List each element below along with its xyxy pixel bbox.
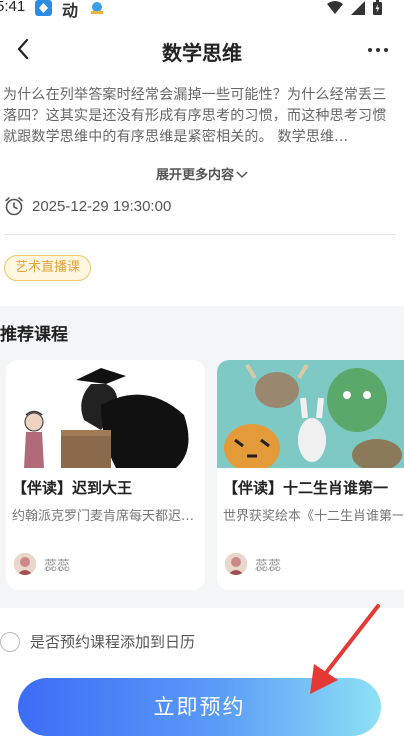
chevron-down-icon	[236, 168, 248, 183]
course-card[interactable]: 【伴读】十二生肖谁第一 世界获奖绘本《十二生肖谁第一》 蕊蕊	[217, 360, 404, 590]
status-time: 5:41	[0, 0, 26, 15]
expand-more-label: 展开更多内容	[155, 168, 234, 183]
avatar	[225, 553, 247, 575]
course-type-tag: 艺术直播课	[4, 255, 92, 281]
battery-icon	[373, 0, 382, 15]
recommended-title: 推荐课程	[0, 325, 68, 345]
nav-bar: 数学思维	[0, 28, 404, 72]
add-to-calendar-option[interactable]: 是否预约课程添加到日历	[0, 631, 195, 652]
author-name: 蕊蕊	[44, 558, 71, 574]
wifi-icon	[327, 0, 343, 14]
course-description: 为什么在列举答案时经常会漏掉一些可能性？为什么经常丢三落四？这其实是还没有形成有…	[3, 87, 387, 145]
notification-app-icon	[35, 0, 52, 16]
course-subtitle: 约翰派克罗门麦肯席每天都迟到...	[12, 509, 202, 524]
status-indicators	[327, 0, 382, 15]
notification-app-icon-2: 动	[62, 1, 79, 20]
course-title: 【伴读】十二生肖谁第一	[223, 479, 389, 497]
recommended-section: 推荐课程 【伴读】迟到大王 约翰派克罗门麦肯席每天都迟到... 蕊蕊 【伴读】十…	[0, 306, 404, 608]
more-button[interactable]	[366, 38, 390, 62]
alarm-clock-icon	[5, 197, 23, 216]
schedule-row: 2025-12-29 19:30:00	[4, 196, 171, 216]
course-title: 【伴读】迟到大王	[12, 479, 133, 497]
course-author: 蕊蕊	[225, 553, 281, 575]
course-cover-image	[217, 360, 404, 468]
calendar-option-label: 是否预约课程添加到日历	[30, 633, 196, 651]
status-bar: 5:41 动	[0, 0, 404, 22]
avatar	[14, 553, 36, 575]
author-name: 蕊蕊	[255, 558, 282, 574]
book-now-button[interactable]: 立即预约	[18, 678, 381, 736]
more-dots-icon	[368, 48, 388, 52]
calendar-radio[interactable]	[0, 631, 20, 652]
notification-app-icon-3	[89, 0, 105, 14]
expand-more-button[interactable]: 展开更多内容	[0, 164, 404, 183]
course-author: 蕊蕊	[14, 553, 70, 575]
page-title: 数学思维	[162, 41, 242, 65]
signal-icon	[351, 0, 365, 15]
schedule-datetime: 2025-12-29 19:30:00	[32, 197, 172, 215]
course-card[interactable]: 【伴读】迟到大王 约翰派克罗门麦肯席每天都迟到... 蕊蕊	[6, 360, 205, 590]
course-subtitle: 世界获奖绘本《十二生肖谁第一》	[223, 509, 403, 524]
divider	[4, 234, 396, 235]
course-cover-image	[6, 360, 205, 468]
